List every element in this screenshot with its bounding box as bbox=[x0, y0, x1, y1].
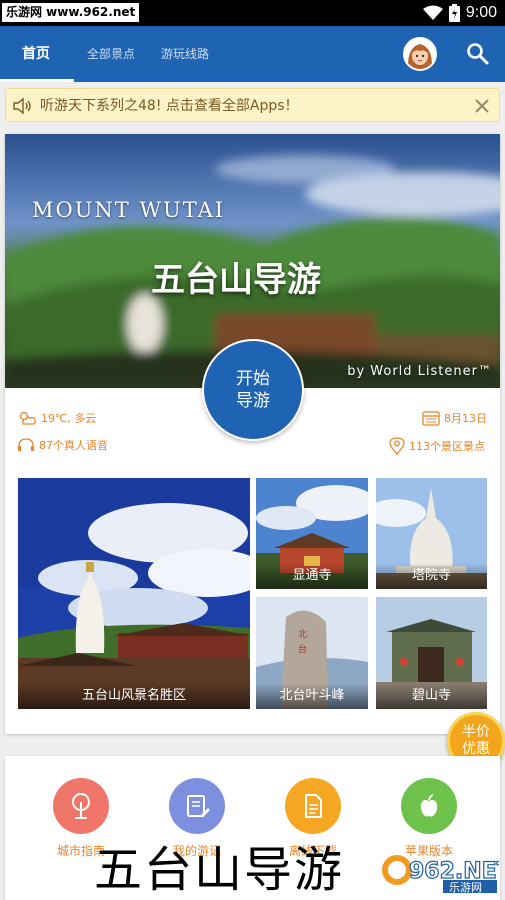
tile-beitai-peak[interactable]: 北 台 北台叶斗峰 bbox=[256, 597, 368, 709]
svg-text:乐游网: 乐游网 bbox=[449, 881, 482, 894]
speaker-icon bbox=[13, 97, 31, 115]
tile-xiantong-temple[interactable]: 显通寺 bbox=[256, 478, 368, 589]
notice-banner[interactable]: 听游天下系列之48! 点击查看全部Apps！ bbox=[5, 88, 500, 122]
svg-text:北: 北 bbox=[298, 629, 307, 640]
battery-icon bbox=[448, 4, 460, 22]
tile-label: 显通寺 bbox=[256, 563, 368, 589]
cloud-sun-icon bbox=[19, 411, 36, 425]
document-icon bbox=[305, 794, 322, 818]
start-label-2: 导游 bbox=[236, 391, 270, 411]
status-icons: 9:00 bbox=[422, 0, 497, 26]
wifi-icon bbox=[422, 5, 443, 20]
spots-text: 113个景区景点 bbox=[409, 440, 485, 453]
apple-version-circle bbox=[401, 778, 457, 834]
svg-text:台: 台 bbox=[298, 643, 307, 655]
tile-label: 碧山寺 bbox=[376, 683, 487, 709]
tile-label: 北台叶斗峰 bbox=[256, 683, 368, 709]
apple-icon bbox=[420, 794, 438, 817]
tab-all-spots[interactable]: 全部景点 bbox=[87, 26, 135, 82]
calendar-icon bbox=[422, 411, 440, 426]
avatar[interactable] bbox=[403, 37, 437, 71]
close-icon[interactable] bbox=[471, 95, 493, 117]
tile-label: 塔院寺 bbox=[376, 563, 487, 589]
watermark-text: 乐游网 www.962.net bbox=[2, 3, 140, 22]
clock: 9:00 bbox=[465, 4, 497, 21]
headphones-icon bbox=[18, 438, 34, 451]
tree-icon bbox=[72, 793, 90, 819]
spots-info: 113个景区景点 bbox=[389, 437, 485, 455]
hero-byline: by World Listener™ bbox=[347, 364, 492, 379]
tile-wutai-scenic-area[interactable]: 五台山风景名胜区 bbox=[18, 478, 250, 709]
my-journal-circle bbox=[169, 778, 225, 834]
tile-tayuan-temple[interactable]: 塔院寺 bbox=[376, 478, 487, 589]
status-bar: 乐游网 www.962.net 9:00 bbox=[0, 0, 505, 26]
scenic-area-photo bbox=[18, 478, 250, 709]
tile-label: 五台山风景名胜区 bbox=[18, 683, 250, 709]
start-tour-button[interactable]: 开始 导游 bbox=[202, 339, 304, 441]
date-info: 8月13日 bbox=[422, 410, 487, 426]
date-text: 8月13日 bbox=[444, 412, 487, 425]
avatar-girl-icon bbox=[405, 39, 435, 69]
offline-download-circle bbox=[285, 778, 341, 834]
tab-indicator bbox=[0, 79, 74, 82]
overlay-title: 五台山导游 bbox=[94, 842, 345, 898]
voice-text: 87个真人语音 bbox=[39, 439, 108, 452]
search-icon bbox=[467, 43, 489, 65]
search-button[interactable] bbox=[462, 38, 494, 70]
apple-version-button[interactable]: 苹果版本 bbox=[384, 778, 474, 859]
app-bar: 首页 全部景点 游玩线路 bbox=[0, 26, 505, 82]
notice-text: 听游天下系列之48! 点击查看全部Apps！ bbox=[40, 98, 299, 114]
weather-text: 19℃, 多云 bbox=[41, 412, 97, 425]
watermark-logo: 962.NET 乐游网 bbox=[382, 855, 499, 894]
location-pin-icon bbox=[389, 437, 405, 455]
weather-info: 19℃, 多云 bbox=[17, 410, 96, 426]
start-label-1: 开始 bbox=[236, 369, 270, 389]
badge-line-1: 半价 bbox=[462, 724, 490, 740]
notebook-icon bbox=[187, 795, 210, 817]
guide-card: MOUNT WUTAI 五台山导游 by World Listener™ 开始 … bbox=[5, 134, 500, 734]
tab-home[interactable]: 首页 bbox=[22, 26, 50, 82]
tile-bishan-temple[interactable]: 碧山寺 bbox=[376, 597, 487, 709]
city-guide-circle bbox=[53, 778, 109, 834]
tab-routes[interactable]: 游玩线路 bbox=[161, 26, 209, 82]
voice-info: 87个真人语音 bbox=[17, 437, 108, 453]
hero-title-cn: 五台山导游 bbox=[151, 260, 321, 300]
hero-title-en: MOUNT WUTAI bbox=[32, 198, 226, 222]
